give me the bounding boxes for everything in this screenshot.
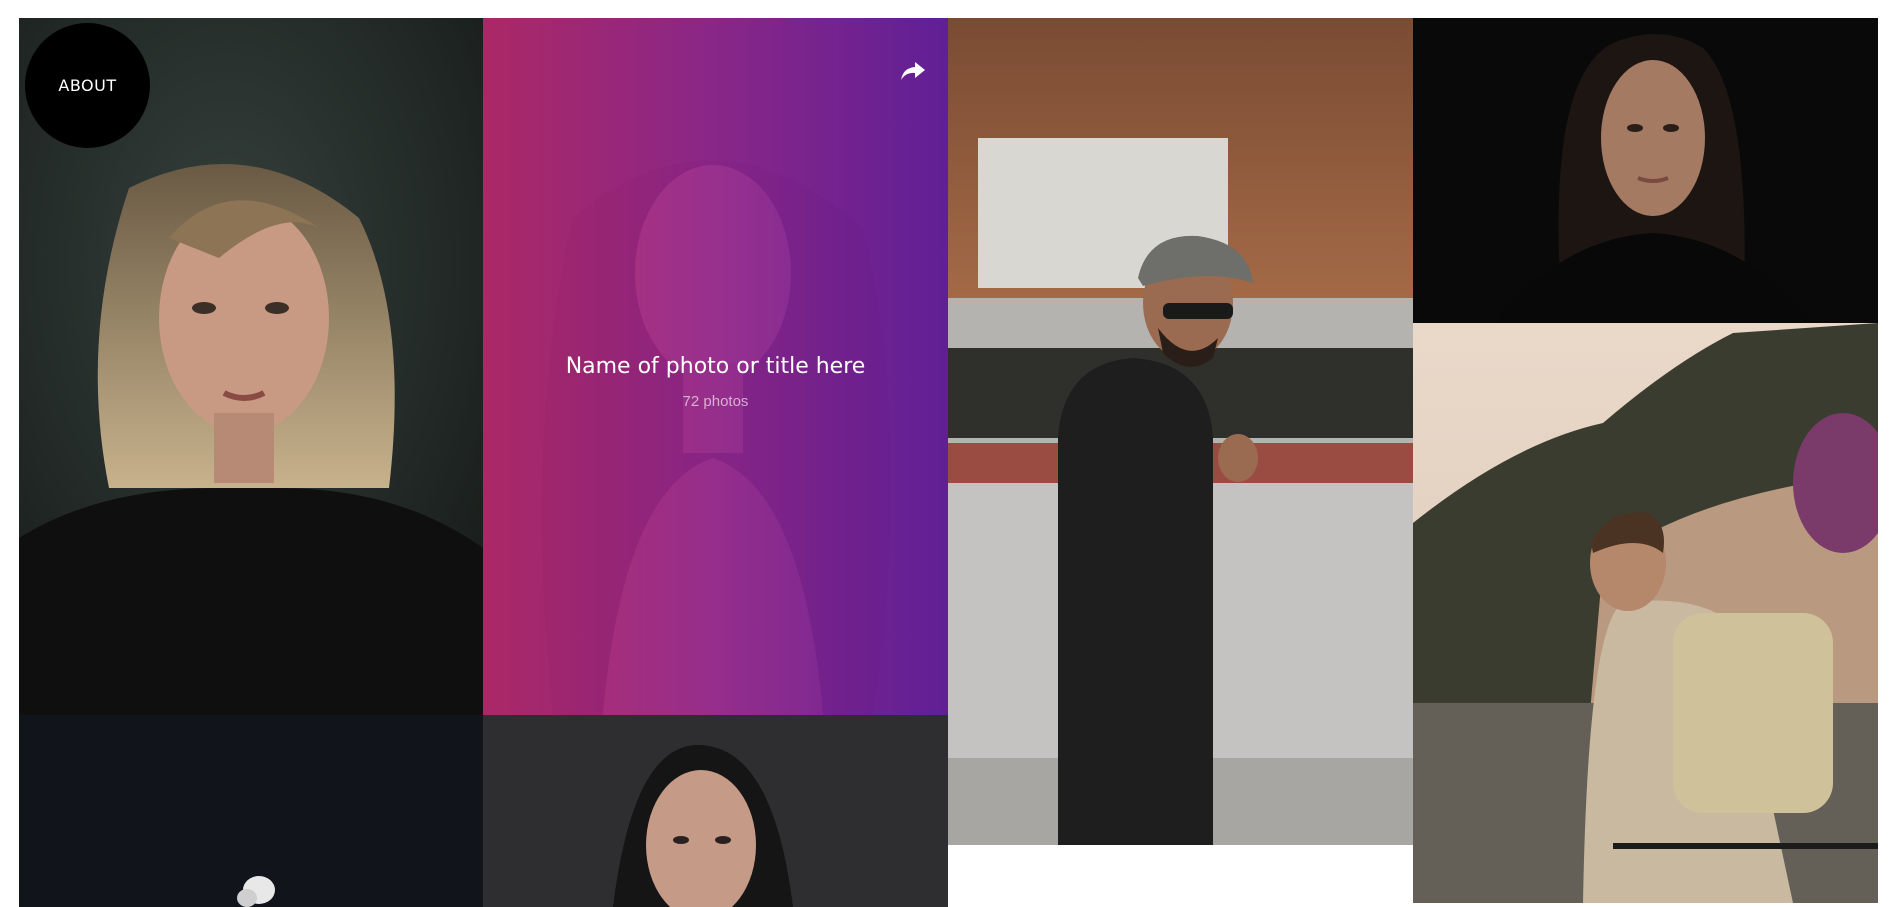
- featured-photo-count: 72 photos: [682, 393, 749, 410]
- featured-title[interactable]: Name of photo or title here: [483, 354, 948, 379]
- photo-tile-dark-haired-woman[interactable]: [483, 715, 948, 907]
- featured-caption: Name of photo or title here 72 photos: [483, 354, 948, 410]
- about-button[interactable]: ABOUT: [25, 23, 150, 148]
- photo-man-with-backpack: [1413, 323, 1878, 903]
- photo-woman-in-dark: [1413, 18, 1878, 323]
- photo-tile-featured[interactable]: Name of photo or title here 72 photos: [483, 18, 948, 715]
- photo-man-in-cap: [948, 18, 1413, 845]
- photo-dark-flower: [19, 715, 483, 907]
- share-arrow-icon[interactable]: [898, 56, 928, 86]
- photo-dark-haired-woman: [483, 715, 948, 907]
- photo-gallery: Name of photo or title here 72 photos AB…: [0, 0, 1892, 907]
- photo-tile-man-with-backpack[interactable]: [1413, 323, 1878, 903]
- photo-tile-dark-flower[interactable]: [19, 715, 483, 907]
- photo-tile-man-in-cap[interactable]: [948, 18, 1413, 845]
- photo-tile-woman-in-dark[interactable]: [1413, 18, 1878, 323]
